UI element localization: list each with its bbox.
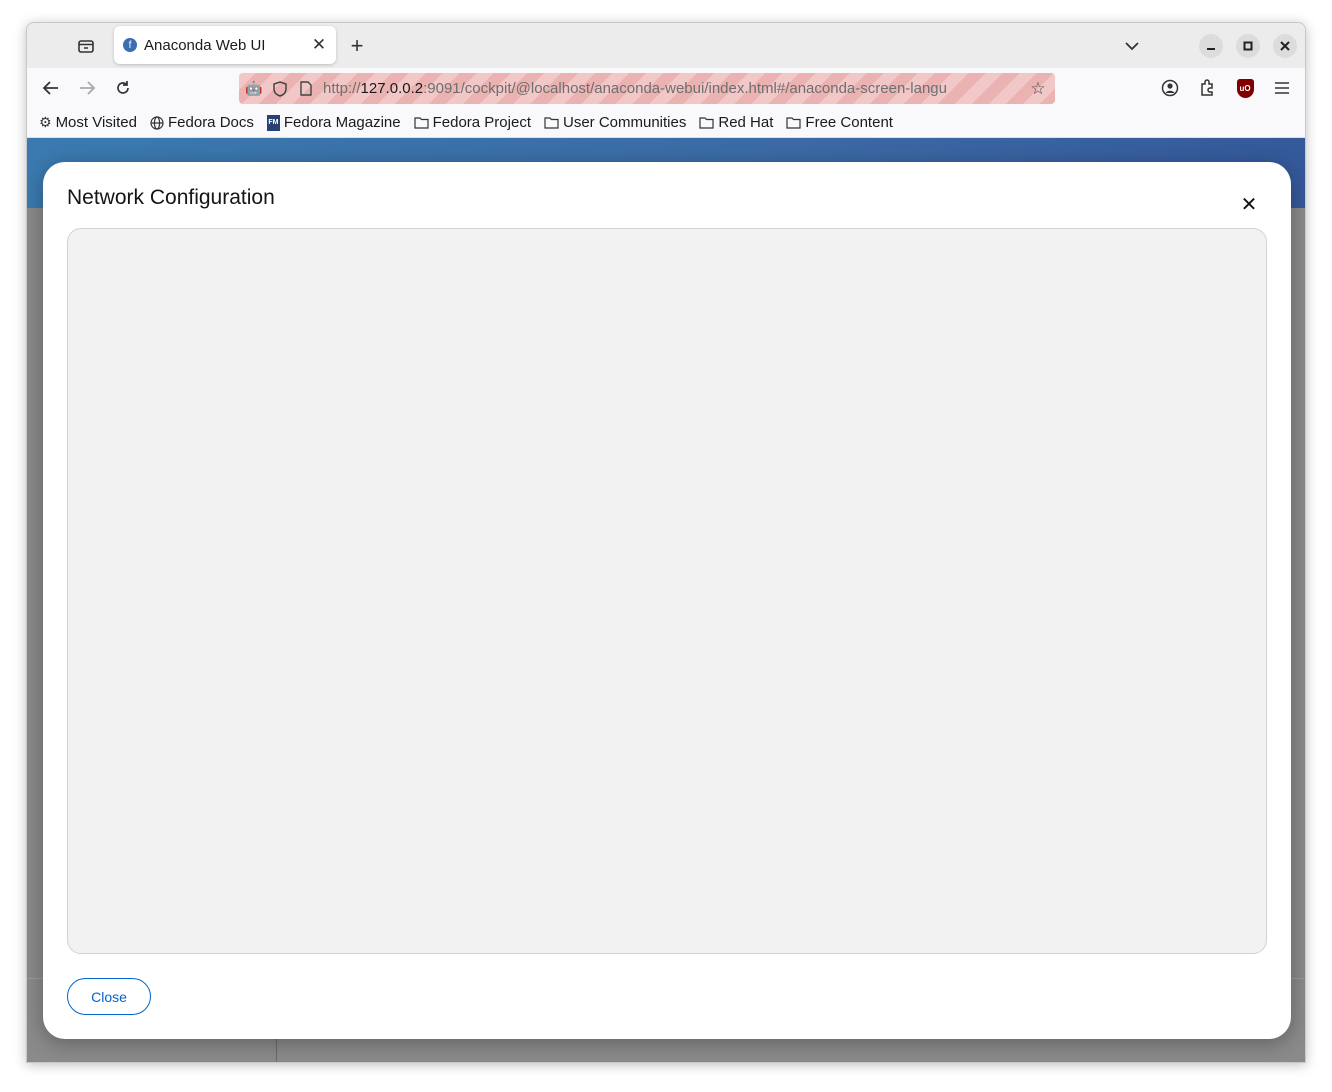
- bookmarks-toolbar: ⚙ Most Visited Fedora Docs FM Fedora Mag…: [27, 108, 1305, 138]
- bookmark-label: Red Hat: [718, 114, 774, 131]
- bookmark-fedora-magazine[interactable]: FM Fedora Magazine: [266, 114, 401, 131]
- url-bar[interactable]: 🤖 http://127.0.0.2:9091/cockpit/@localho…: [239, 73, 1055, 104]
- url-host: 127.0.0.2: [360, 80, 424, 97]
- bookmark-label: Fedora Magazine: [283, 114, 401, 131]
- gear-icon: ⚙: [39, 114, 52, 130]
- menu-button[interactable]: [1270, 76, 1294, 100]
- robot-icon[interactable]: 🤖: [243, 78, 265, 100]
- bookmark-user-communities[interactable]: User Communities: [544, 114, 686, 131]
- network-configuration-frame[interactable]: [67, 228, 1267, 954]
- bookmark-star-icon[interactable]: ☆: [1025, 76, 1051, 102]
- list-all-tabs-button[interactable]: [1121, 35, 1143, 57]
- shield-icon[interactable]: [269, 78, 291, 100]
- bookmark-most-visited[interactable]: ⚙ Most Visited: [39, 114, 137, 131]
- folder-icon: [699, 116, 714, 129]
- ublock-button[interactable]: uO: [1233, 76, 1257, 100]
- bookmark-label: Free Content: [805, 114, 893, 131]
- window-close-button[interactable]: [1273, 34, 1297, 58]
- maximize-icon: [1243, 41, 1253, 51]
- extensions-button[interactable]: [1195, 76, 1219, 100]
- page-icon[interactable]: [295, 78, 317, 100]
- tab-title: Anaconda Web UI: [144, 36, 266, 54]
- bookmark-label: Fedora Docs: [168, 114, 254, 131]
- new-tab-button[interactable]: +: [345, 33, 369, 58]
- ublock-shield-icon: uO: [1236, 78, 1254, 98]
- bookmark-label: Most Visited: [55, 114, 137, 131]
- modal-close-icon[interactable]: ✕: [1237, 192, 1261, 216]
- fedora-magazine-icon: FM: [266, 114, 280, 131]
- minimize-icon: [1207, 48, 1215, 50]
- fedora-icon: f: [123, 38, 137, 52]
- url-text[interactable]: http://127.0.0.2:9091/cockpit/@localhost…: [323, 80, 1025, 97]
- folder-icon: [786, 116, 802, 129]
- page-content: Network Configuration ✕ Close: [27, 138, 1305, 1062]
- close-button[interactable]: Close: [67, 978, 151, 1015]
- back-button[interactable]: [39, 76, 63, 100]
- tab-list-icon: [78, 40, 94, 53]
- arrow-right-icon: [80, 81, 96, 95]
- folder-icon: [544, 116, 559, 129]
- browser-window: f Anaconda Web UI ✕ + 🤖 http://127.0.0.2…: [26, 22, 1306, 1063]
- reload-icon: [117, 81, 129, 94]
- puzzle-icon: [1201, 79, 1213, 96]
- forward-button[interactable]: [75, 76, 99, 100]
- reload-button[interactable]: [111, 76, 135, 100]
- bookmark-label: Fedora Project: [432, 114, 531, 131]
- bookmark-free-content[interactable]: Free Content: [786, 114, 893, 131]
- navigation-toolbar: 🤖 http://127.0.0.2:9091/cockpit/@localho…: [27, 68, 1305, 108]
- bookmark-fedora-docs[interactable]: Fedora Docs: [150, 114, 254, 131]
- bookmark-label: User Communities: [563, 114, 687, 131]
- url-scheme: http://: [323, 80, 361, 97]
- bookmark-fedora-project[interactable]: Fedora Project: [414, 114, 531, 131]
- account-button[interactable]: [1158, 76, 1182, 100]
- tab-bar: f Anaconda Web UI ✕ +: [27, 23, 1305, 68]
- folder-icon: [414, 116, 429, 129]
- account-icon: [1161, 79, 1179, 97]
- bookmark-red-hat[interactable]: Red Hat: [699, 114, 773, 131]
- hamburger-menu-icon: [1275, 82, 1289, 94]
- globe-icon: [150, 115, 164, 130]
- chevron-down-icon: [1125, 42, 1139, 51]
- url-path: :9091/cockpit/@localhost/anaconda-webui/…: [423, 80, 947, 97]
- maximize-button[interactable]: [1236, 34, 1260, 58]
- tab-anaconda[interactable]: f Anaconda Web UI ✕: [114, 26, 336, 64]
- arrow-left-icon: [42, 81, 58, 95]
- modal-title: Network Configuration: [67, 186, 275, 209]
- minimize-button[interactable]: [1199, 34, 1223, 58]
- network-configuration-modal: Network Configuration ✕ Close: [43, 162, 1291, 1039]
- close-icon: [1280, 41, 1290, 51]
- firefox-view-button[interactable]: [75, 35, 97, 57]
- tab-close-icon[interactable]: ✕: [308, 34, 330, 56]
